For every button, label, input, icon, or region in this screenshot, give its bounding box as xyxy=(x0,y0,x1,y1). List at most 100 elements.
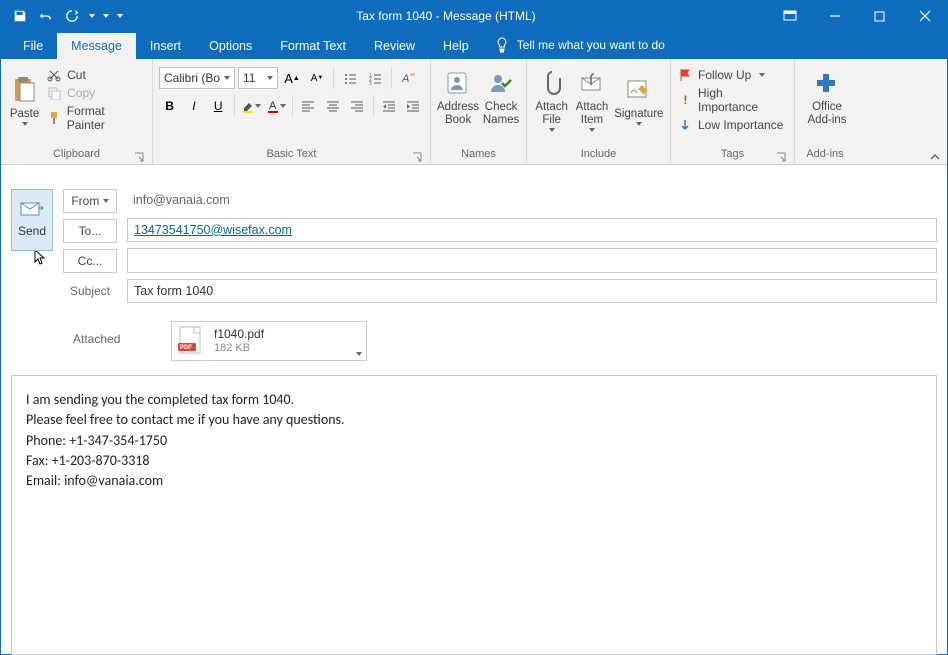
send-button[interactable]: Send xyxy=(11,189,53,251)
copy-button[interactable]: Copy xyxy=(45,85,146,101)
group-names: Address Book Check Names Names xyxy=(431,59,527,164)
flag-icon xyxy=(679,68,692,82)
attachment-row: Attached PDF f1040.pdf 182 KB xyxy=(1,313,947,365)
compose-header: Send From To... Cc... Subject info@vanai… xyxy=(1,165,947,313)
bold-button[interactable]: B xyxy=(159,95,180,117)
ribbon: Paste Cut Copy Format Painter Clipboard … xyxy=(1,59,947,165)
envelope-send-icon xyxy=(20,202,44,218)
signature-button[interactable]: Signature xyxy=(614,70,664,126)
body-line: Please feel free to contact me if you ha… xyxy=(26,410,922,430)
tab-options[interactable]: Options xyxy=(195,33,266,59)
dialog-launcher-icon[interactable] xyxy=(412,152,422,162)
to-field[interactable]: 13473541750@wisefax.com xyxy=(127,218,937,243)
attach-item-button[interactable]: Attach Item xyxy=(573,63,610,132)
paintbrush-icon xyxy=(47,111,61,125)
address-book-button[interactable]: Address Book xyxy=(437,63,479,126)
exclamation-icon: ! xyxy=(679,93,692,107)
scissors-icon xyxy=(47,68,61,82)
minimize-icon[interactable] xyxy=(812,1,857,31)
tab-review[interactable]: Review xyxy=(360,33,429,59)
message-body[interactable]: I am sending you the completed tax form … xyxy=(11,375,937,655)
decrease-indent-button[interactable] xyxy=(379,95,400,117)
high-importance-button[interactable]: !High Importance xyxy=(677,85,788,115)
group-tags: Follow Up !High Importance Low Importanc… xyxy=(671,59,795,164)
ribbon-display-icon[interactable] xyxy=(767,1,812,31)
copy-icon xyxy=(47,86,61,100)
to-button[interactable]: To... xyxy=(63,219,117,243)
group-include: Attach File Attach Item Signature Includ… xyxy=(527,59,671,164)
body-line: Email: info@vanaia.com xyxy=(26,471,922,491)
attach-file-button[interactable]: Attach File xyxy=(533,63,570,132)
qat-dropdown-icon[interactable] xyxy=(101,5,111,27)
arrow-down-icon xyxy=(679,118,692,132)
cc-button[interactable]: Cc... xyxy=(63,249,117,273)
align-right-button[interactable] xyxy=(346,95,367,117)
subject-field[interactable]: Tax form 1040 xyxy=(127,279,937,304)
pdf-icon: PDF xyxy=(178,325,206,357)
tab-format-text[interactable]: Format Text xyxy=(266,33,360,59)
office-addins-button[interactable]: Office Add-ins xyxy=(801,63,853,126)
underline-button[interactable]: U xyxy=(208,95,229,117)
shrink-font-button[interactable]: A▼ xyxy=(306,67,328,89)
check-names-button[interactable]: Check Names xyxy=(482,63,520,126)
format-painter-button[interactable]: Format Painter xyxy=(45,103,146,133)
cut-button[interactable]: Cut xyxy=(45,67,146,83)
window-controls xyxy=(767,1,947,31)
lightbulb-icon xyxy=(495,37,509,53)
attached-label: Attached xyxy=(73,332,120,346)
body-line: Fax: +1-203-870-3318 xyxy=(26,451,922,471)
align-center-button[interactable] xyxy=(322,95,343,117)
window-title: Tax form 1040 - Message (HTML) xyxy=(125,9,767,23)
bullets-button[interactable] xyxy=(339,67,361,89)
undo-icon[interactable] xyxy=(35,5,57,27)
body-line: I am sending you the completed tax form … xyxy=(26,390,922,410)
cursor-icon xyxy=(34,249,48,267)
group-clipboard: Paste Cut Copy Format Painter Clipboard xyxy=(1,59,153,164)
svg-text:A: A xyxy=(269,100,277,112)
maximize-icon[interactable] xyxy=(857,1,902,31)
close-icon[interactable] xyxy=(902,1,947,31)
title-bar: Tax form 1040 - Message (HTML) xyxy=(1,1,947,31)
dialog-launcher-icon[interactable] xyxy=(776,152,786,162)
align-left-button[interactable] xyxy=(298,95,319,117)
clear-formatting-button[interactable]: A xyxy=(397,67,419,89)
qat-customize-icon[interactable] xyxy=(115,5,125,27)
highlight-button[interactable] xyxy=(240,95,262,117)
paste-button[interactable]: Paste xyxy=(7,70,42,126)
from-button[interactable]: From xyxy=(63,189,117,213)
tab-file[interactable]: File xyxy=(9,33,57,59)
italic-button[interactable]: I xyxy=(183,95,204,117)
save-icon[interactable] xyxy=(9,5,31,27)
quick-access-toolbar xyxy=(1,5,125,27)
from-value: info@vanaia.com xyxy=(127,189,937,212)
attachment-chip[interactable]: PDF f1040.pdf 182 KB xyxy=(171,321,367,361)
grow-font-button[interactable]: A▲ xyxy=(281,67,303,89)
tab-message[interactable]: Message xyxy=(57,33,136,59)
low-importance-button[interactable]: Low Importance xyxy=(677,117,788,133)
font-color-button[interactable]: A xyxy=(265,95,287,117)
tell-me-text: Tell me what you want to do xyxy=(517,38,665,52)
attachment-dropdown-icon[interactable] xyxy=(356,352,362,356)
group-addins: Office Add-ins Add-ins xyxy=(795,59,855,164)
redo-icon[interactable] xyxy=(61,5,83,27)
cc-field[interactable] xyxy=(127,248,937,273)
ribbon-tabs: File Message Insert Options Format Text … xyxy=(1,31,947,59)
tab-insert[interactable]: Insert xyxy=(136,33,195,59)
dialog-launcher-icon[interactable] xyxy=(134,152,144,162)
increase-indent-button[interactable] xyxy=(403,95,424,117)
font-size-select[interactable]: 11 xyxy=(238,67,278,89)
attachment-size: 182 KB xyxy=(214,342,264,355)
recipient-chip[interactable]: 13473541750@wisefax.com xyxy=(134,223,292,237)
font-name-select[interactable]: Calibri (Bo xyxy=(159,67,235,89)
numbering-button[interactable]: 123 xyxy=(364,67,386,89)
qat-dropdown-icon[interactable] xyxy=(87,5,97,27)
tell-me[interactable]: Tell me what you want to do xyxy=(483,37,677,59)
tab-help[interactable]: Help xyxy=(429,33,483,59)
subject-label: Subject xyxy=(63,279,117,303)
follow-up-button[interactable]: Follow Up xyxy=(677,67,788,83)
body-line: Phone: +1-347-354-1750 xyxy=(26,431,922,451)
svg-text:PDF: PDF xyxy=(180,345,192,351)
group-basic-text: Calibri (Bo 11 A▲ A▼ 123 A B I U A xyxy=(153,59,431,164)
collapse-ribbon-icon[interactable] xyxy=(929,152,941,162)
svg-text:3: 3 xyxy=(369,81,372,85)
